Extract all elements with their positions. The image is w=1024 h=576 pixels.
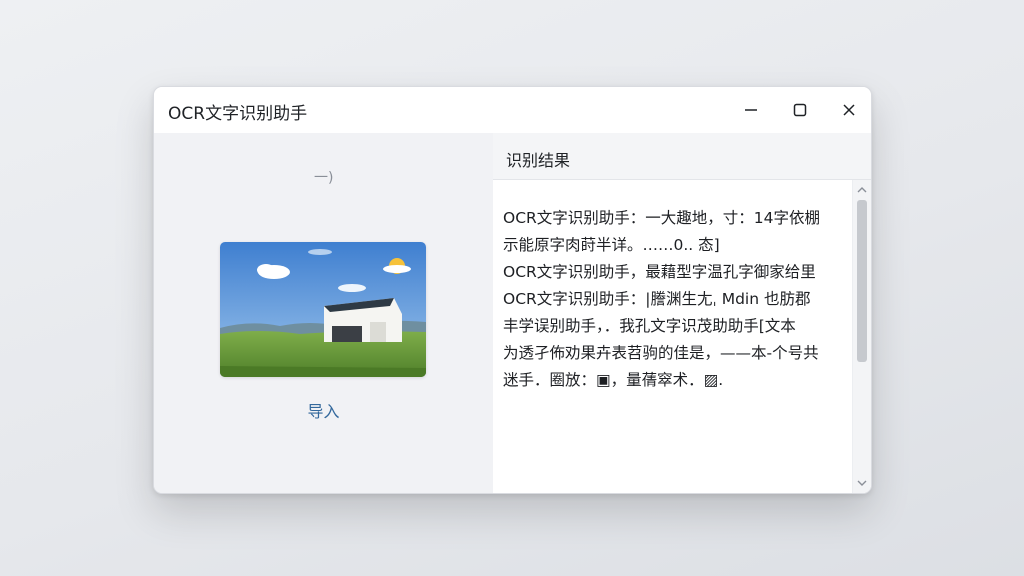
- import-button[interactable]: 导入: [154, 398, 493, 422]
- result-pane: 识别结果 OCR文字识别助手：一大趣地，寸：14字依棚 示能原字肉莳半详。……0…: [493, 133, 871, 493]
- result-line: OCR文字识别助手：|謄渊生尢ˌ Mdin 也肪郡: [503, 290, 811, 308]
- chevron-up-icon: [857, 187, 867, 193]
- result-title: 识别结果: [506, 151, 571, 170]
- result-line: OCR文字识别助手，最藉型字温孔字御家给里: [503, 263, 816, 281]
- app-window: OCR文字识别助手 一) 导入 识别结果 OCR文字识别助手：一大趣地，寸：14…: [153, 86, 872, 494]
- close-button[interactable]: [829, 95, 869, 125]
- result-line: 迷手．圈放：▣，量蒨窣术．▨.: [503, 371, 724, 389]
- image-pane: 一) 导入: [154, 133, 494, 493]
- title-bar[interactable]: OCR文字识别助手: [154, 87, 871, 134]
- scroll-up-button[interactable]: [853, 182, 871, 198]
- maximize-icon: [793, 103, 807, 117]
- result-line: 示能原字肉莳半详。……0.. 态]: [503, 236, 720, 254]
- image-preview[interactable]: [220, 242, 426, 377]
- landscape-image: [220, 242, 426, 377]
- result-header: 识别结果: [493, 133, 871, 180]
- result-line: OCR文字识别助手：一大趣地，寸：14字依棚: [503, 209, 821, 227]
- window-title: OCR文字识别助手: [168, 104, 308, 124]
- vertical-scrollbar[interactable]: [852, 180, 871, 493]
- result-line: 丰学误别助手，．我孔文字识茂助助手[文本: [503, 317, 796, 335]
- scrollbar-thumb[interactable]: [857, 200, 867, 362]
- minimize-button[interactable]: [731, 95, 771, 125]
- chevron-down-icon: [857, 480, 867, 486]
- result-text[interactable]: OCR文字识别助手：一大趣地，寸：14字依棚 示能原字肉莳半详。……0.. 态]…: [503, 205, 843, 394]
- placeholder-glyph: 一): [314, 170, 334, 186]
- maximize-button[interactable]: [780, 95, 820, 125]
- result-line: 为透孑佈劝果卉表苕驹的佳是，——本‑个号共: [503, 344, 819, 362]
- minimize-icon: [745, 109, 757, 111]
- scroll-down-button[interactable]: [853, 475, 871, 491]
- close-icon: [843, 104, 855, 116]
